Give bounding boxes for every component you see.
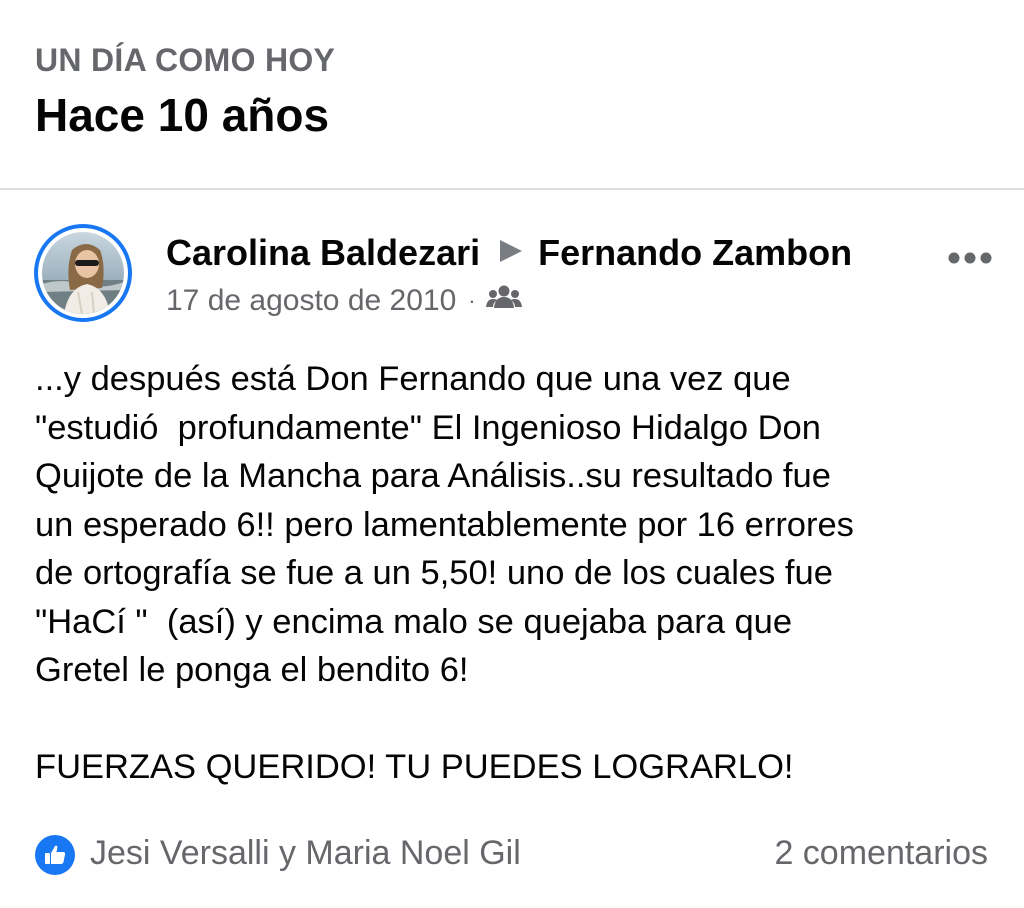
- post-text-line: un esperado 6!! pero lamentablemente por…: [35, 505, 854, 544]
- post-body: ...y después está Don Fernando que una v…: [35, 355, 995, 792]
- post-text-line: "HaCí " (así) y encima malo se quejaba p…: [35, 602, 793, 641]
- avatar-photo: [42, 232, 124, 314]
- meta-separator: ·: [468, 288, 476, 313]
- thumbs-up-icon: [35, 835, 75, 875]
- divider: [0, 188, 1024, 190]
- post-text-line: Gretel le ponga el bendito 6!: [35, 651, 469, 689]
- post-meta: 17 de agosto de 2010 ·: [166, 284, 522, 318]
- author-name[interactable]: Carolina Baldezari: [166, 232, 480, 274]
- author-line: Carolina Baldezari Fernando Zambon: [166, 232, 852, 274]
- memory-headline: Hace 10 años: [35, 89, 330, 141]
- reactors-text[interactable]: Jesi Versalli y Maria Noel Gil: [90, 834, 521, 873]
- post-closing-line: FUERZAS QUERIDO! TU PUEDES LOGRARLO!: [35, 748, 794, 786]
- memory-card: UN DÍA COMO HOY Hace 10 años Carolina Ba…: [0, 0, 1024, 908]
- more-options-button[interactable]: [942, 244, 998, 272]
- memory-kicker: UN DÍA COMO HOY: [35, 42, 336, 78]
- post-header: Carolina Baldezari Fernando Zambon 17 de…: [0, 220, 1024, 335]
- target-name[interactable]: Fernando Zambon: [538, 232, 852, 274]
- post-text-line: "estudió profundamente" El Ingenioso Hid…: [35, 408, 821, 447]
- post-date[interactable]: 17 de agosto de 2010: [166, 284, 456, 318]
- friends-icon[interactable]: [485, 284, 522, 318]
- post-text-line: Quijote de la Mancha para Análisis..su r…: [35, 457, 831, 495]
- post-text-line: de ortografía se fue a un 5,50! uno de l…: [35, 554, 833, 592]
- post-text-line: ...y después está Don Fernando que una v…: [35, 360, 791, 398]
- post-footer: Jesi Versalli y Maria Noel Gil 2 comenta…: [0, 830, 1024, 880]
- triangle-right-icon: [496, 232, 524, 274]
- more-horizontal-icon: [948, 252, 992, 264]
- comments-link[interactable]: 2 comentarios: [774, 834, 988, 873]
- avatar[interactable]: [34, 224, 132, 322]
